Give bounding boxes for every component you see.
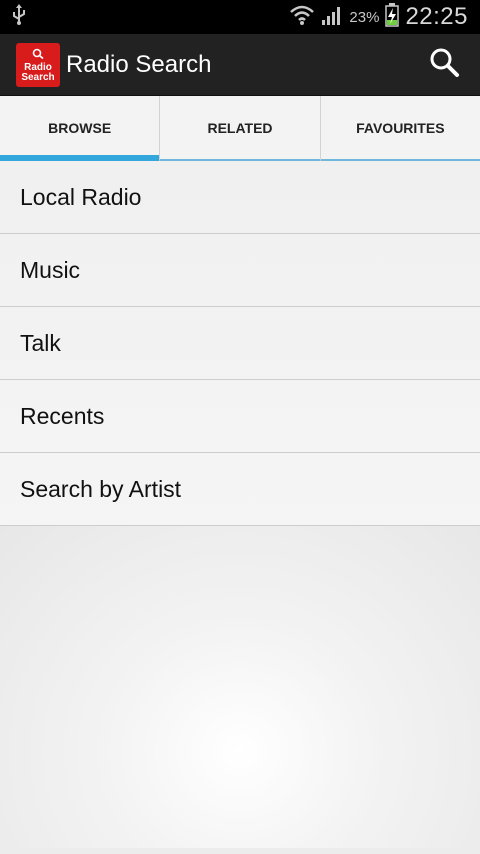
logo-signal-icon xyxy=(30,47,46,63)
list-item-recents[interactable]: Recents xyxy=(0,380,480,453)
tab-indicator xyxy=(160,159,320,161)
app-logo[interactable]: Radio Search xyxy=(16,42,60,87)
list-item-music[interactable]: Music xyxy=(0,234,480,307)
tab-related[interactable]: RELATED xyxy=(159,96,320,161)
tab-bar: BROWSE RELATED FAVOURITES xyxy=(0,96,480,161)
tab-favourites[interactable]: FAVOURITES xyxy=(319,96,480,161)
search-icon xyxy=(428,46,460,83)
tab-browse[interactable]: BROWSE xyxy=(0,96,160,161)
list-item-label: Local Radio xyxy=(20,183,142,210)
tab-indicator xyxy=(0,155,160,161)
list-item-search-by-artist[interactable]: Search by Artist xyxy=(0,453,480,526)
action-bar: Radio Search Radio Search xyxy=(0,34,480,96)
battery-percent: 23% xyxy=(349,8,380,26)
list-item-label: Talk xyxy=(20,329,61,356)
tab-label: FAVOURITES xyxy=(356,120,445,136)
usb-icon xyxy=(10,3,28,31)
signal-icon xyxy=(321,4,343,31)
app-title: Radio Search xyxy=(66,50,212,78)
wifi-icon xyxy=(289,4,315,31)
tab-label: BROWSE xyxy=(48,120,112,136)
status-bar: 23% 22:25 xyxy=(0,0,480,34)
list-item-label: Recents xyxy=(20,402,105,429)
tab-label: RELATED xyxy=(207,120,273,136)
list-item-label: Music xyxy=(20,256,81,283)
tab-indicator xyxy=(320,159,480,161)
logo-text-line1: Radio xyxy=(24,61,52,73)
list-item-talk[interactable]: Talk xyxy=(0,307,480,380)
browse-list: Local Radio Music Talk Recents Search by… xyxy=(0,161,480,526)
list-item-local-radio[interactable]: Local Radio xyxy=(0,161,480,234)
clock: 22:25 xyxy=(405,3,468,30)
battery-charging-icon xyxy=(385,2,400,32)
list-item-label: Search by Artist xyxy=(20,475,182,502)
status-icons: 23% 22:25 xyxy=(289,2,468,32)
empty-background xyxy=(0,526,480,848)
logo-text-line2: Search xyxy=(21,71,55,83)
search-button[interactable] xyxy=(424,45,464,85)
